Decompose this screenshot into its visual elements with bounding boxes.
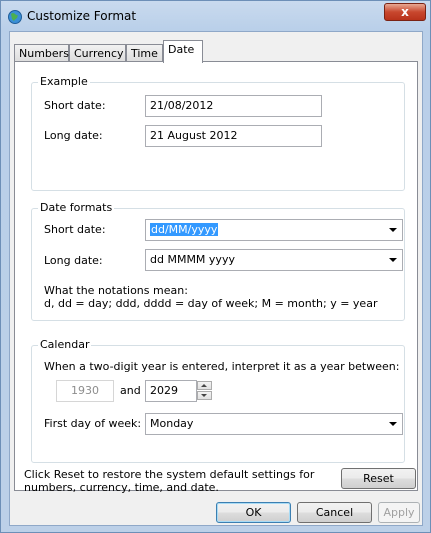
title-bar[interactable]: Customize Format x [1,1,430,31]
reset-button[interactable]: Reset [341,468,416,489]
tab-time-label: Time [131,47,158,60]
apply-button: Apply [378,502,420,523]
first-day-of-week-value[interactable]: Monday [150,417,193,430]
dialog-client-area: Numbers Currency Time Date Example Short… [9,31,423,526]
reset-help-line2: numbers, currency, time, and date. [24,481,219,494]
short-date-format-combo[interactable]: dd/MM/yyyy [145,219,403,241]
first-day-of-week-combo[interactable]: Monday [145,413,403,435]
chevron-down-icon[interactable] [389,228,397,232]
tab-numbers[interactable]: Numbers [14,44,69,62]
year-to-spinner[interactable] [197,381,212,401]
example-long-date-label: Long date: [44,129,103,142]
chevron-down-icon[interactable] [389,258,397,262]
chevron-down-icon[interactable] [389,422,397,426]
calendar-group-title: Calendar [38,338,92,351]
example-group: Example Short date: 21/08/2012 Long date… [31,75,405,191]
spin-up-icon[interactable] [197,381,212,390]
long-date-format-value[interactable]: dd MMMM yyyy [150,253,235,266]
region-globe-icon [8,10,22,24]
reset-help-line1: Click Reset to restore the system defaul… [24,468,315,481]
format-short-date-label: Short date: [44,223,106,236]
tab-date-label: Date [168,43,195,56]
tab-numbers-label: Numbers [19,47,69,60]
two-digit-year-text: When a two-digit year is entered, interp… [44,360,400,373]
date-formats-group-title: Date formats [38,201,115,214]
short-date-format-value[interactable]: dd/MM/yyyy [150,223,219,236]
customize-format-dialog: Customize Format x Numbers Currency Time… [0,0,431,533]
spin-down-icon[interactable] [197,391,212,400]
tab-currency-label: Currency [74,47,124,60]
close-button[interactable]: x [384,3,426,21]
and-label: and [120,384,141,397]
tab-time[interactable]: Time [126,44,163,62]
date-tab-panel: Example Short date: 21/08/2012 Long date… [14,61,418,491]
example-short-date-label: Short date: [44,99,106,112]
year-from-field: 1930 [56,380,114,402]
calendar-group: Calendar When a two-digit year is entere… [31,338,405,463]
window-title: Customize Format [27,9,137,23]
first-day-of-week-label: First day of week: [44,417,142,430]
cancel-button[interactable]: Cancel [297,502,372,523]
long-date-format-combo[interactable]: dd MMMM yyyy [145,249,403,271]
date-formats-group: Date formats Short date: dd/MM/yyyy Long… [31,201,405,321]
tab-currency[interactable]: Currency [69,44,126,62]
format-long-date-label: Long date: [44,254,103,267]
notation-help-text: d, dd = day; ddd, dddd = day of week; M … [44,297,378,310]
example-short-date-field: 21/08/2012 [145,95,322,117]
tab-date[interactable]: Date [163,40,203,63]
example-group-title: Example [38,75,90,88]
notation-help-title: What the notations mean: [44,284,188,297]
example-long-date-field: 21 August 2012 [145,125,322,147]
ok-button[interactable]: OK [216,502,291,523]
year-to-field[interactable]: 2029 [145,380,197,402]
